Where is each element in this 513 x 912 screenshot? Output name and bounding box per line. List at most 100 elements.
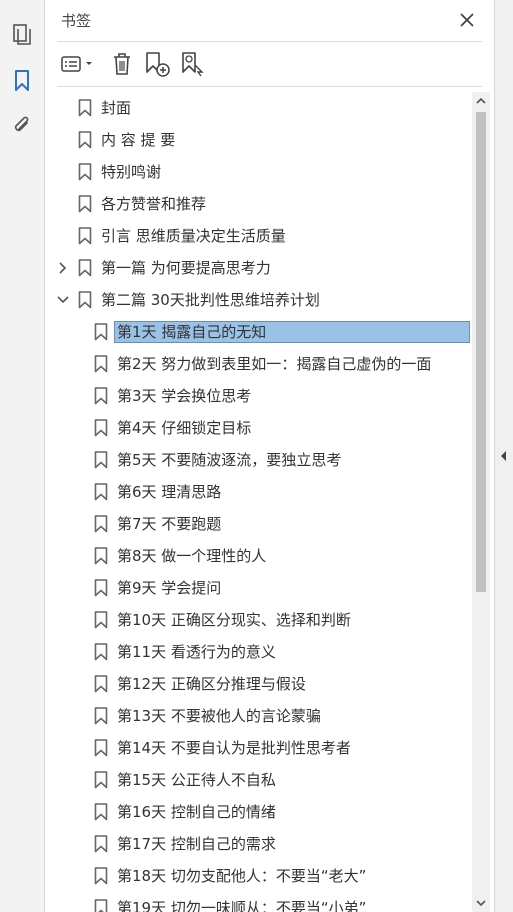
bookmark-icon bbox=[94, 771, 108, 789]
bookmark-icon bbox=[94, 707, 108, 725]
divider bbox=[57, 41, 482, 42]
bookmark-icon bbox=[94, 835, 108, 853]
bookmark-label: 第2天 努力做到表里如一：揭露自己虚伪的一面 bbox=[117, 355, 432, 373]
delete-icon[interactable] bbox=[109, 48, 135, 80]
bookmark-icon bbox=[78, 99, 92, 117]
bookmark-item[interactable]: 第一篇 为何要提高思考力 bbox=[45, 252, 475, 284]
add-bookmark-icon[interactable] bbox=[143, 48, 171, 80]
close-icon[interactable] bbox=[455, 8, 479, 32]
bookmark-label: 第7天 不要跑题 bbox=[117, 515, 222, 533]
bookmark-item[interactable]: 各方赞誉和推荐 bbox=[45, 188, 475, 220]
bookmark-icon bbox=[78, 195, 92, 213]
divider bbox=[57, 86, 482, 87]
bookmark-icon bbox=[78, 163, 92, 181]
right-panel-strip bbox=[494, 0, 513, 912]
scroll-up-arrow-icon[interactable] bbox=[472, 92, 490, 110]
bookmark-toolbar bbox=[57, 48, 482, 80]
bookmark-icon bbox=[94, 899, 108, 912]
bookmark-icon bbox=[94, 355, 108, 373]
bookmark-item[interactable]: 第10天 正确区分现实、选择和判断 bbox=[45, 604, 475, 636]
bookmark-item[interactable]: 第11天 看透行为的意义 bbox=[45, 636, 475, 668]
bookmark-label: 第9天 学会提问 bbox=[117, 579, 222, 597]
bookmark-item[interactable]: 第9天 学会提问 bbox=[45, 572, 475, 604]
bookmark-item[interactable]: 第17天 控制自己的需求 bbox=[45, 828, 475, 860]
bookmarks-panel: 书签 封面内 容 提 要特别鸣谢各方赞誉和推荐引言 思维质量决定生活质量 第一篇 … bbox=[45, 0, 494, 912]
bookmark-item[interactable]: 第3天 学会换位思考 bbox=[45, 380, 475, 412]
bookmark-item[interactable]: 第8天 做一个理性的人 bbox=[45, 540, 475, 572]
bookmark-icon bbox=[94, 739, 108, 757]
bookmark-item[interactable]: 第12天 正确区分推理与假设 bbox=[45, 668, 475, 700]
bookmark-icon bbox=[94, 611, 108, 629]
bookmark-label: 第13天 不要被他人的言论蒙骗 bbox=[117, 707, 321, 725]
bookmark-icon bbox=[94, 867, 108, 885]
bookmark-label: 第16天 控制自己的情绪 bbox=[117, 803, 276, 821]
bookmark-icon bbox=[94, 323, 108, 341]
bookmark-item[interactable]: 第16天 控制自己的情绪 bbox=[45, 796, 475, 828]
bookmark-icon bbox=[78, 259, 92, 277]
bookmark-item[interactable]: 第1天 揭露自己的无知 bbox=[45, 316, 475, 348]
bookmark-item[interactable]: 第14天 不要自认为是批判性思考者 bbox=[45, 732, 475, 764]
bookmark-item[interactable]: 第15天 公正待人不自私 bbox=[45, 764, 475, 796]
bookmark-label: 第4天 仔细锁定目标 bbox=[117, 419, 252, 437]
bookmark-label: 第18天 切勿支配他人：不要当“老大” bbox=[117, 867, 367, 885]
bookmark-item[interactable]: 第二篇 30天批判性思维培养计划 bbox=[45, 284, 475, 316]
bookmark-item[interactable]: 第2天 努力做到表里如一：揭露自己虚伪的一面 bbox=[45, 348, 475, 380]
scrollbar-thumb[interactable] bbox=[476, 112, 486, 592]
bookmark-icon bbox=[94, 675, 108, 693]
bookmark-icon bbox=[94, 515, 108, 533]
bookmark-label: 第3天 学会换位思考 bbox=[117, 387, 252, 405]
bookmark-label: 引言 思维质量决定生活质量 bbox=[101, 227, 286, 245]
bookmark-item[interactable]: 第18天 切勿支配他人：不要当“老大” bbox=[45, 860, 475, 892]
left-icon-rail bbox=[0, 0, 45, 912]
bookmark-item[interactable]: 封面 bbox=[45, 92, 475, 124]
bookmark-item[interactable]: 第6天 理清思路 bbox=[45, 476, 475, 508]
bookmark-icon bbox=[94, 483, 108, 501]
chevron-down-icon[interactable] bbox=[55, 292, 71, 308]
bookmark-label: 第8天 做一个理性的人 bbox=[117, 547, 267, 565]
expand-panel-arrow-icon[interactable] bbox=[499, 449, 509, 463]
bookmark-label: 第10天 正确区分现实、选择和判断 bbox=[117, 611, 351, 629]
bookmark-icon bbox=[94, 579, 108, 597]
bookmark-label: 第二篇 30天批判性思维培养计划 bbox=[101, 291, 320, 309]
bookmark-icon[interactable] bbox=[8, 67, 36, 95]
bookmark-label: 第17天 控制自己的需求 bbox=[117, 835, 276, 853]
chevron-right-icon[interactable] bbox=[55, 260, 71, 276]
options-menu-button[interactable] bbox=[59, 48, 97, 80]
bookmark-item[interactable]: 第5天 不要随波逐流，要独立思考 bbox=[45, 444, 475, 476]
bookmark-label: 内 容 提 要 bbox=[101, 131, 176, 149]
bookmark-label: 第一篇 为何要提高思考力 bbox=[101, 259, 271, 277]
bookmark-label: 第11天 看透行为的意义 bbox=[117, 643, 276, 661]
bookmark-item[interactable]: 第7天 不要跑题 bbox=[45, 508, 475, 540]
bookmark-item[interactable]: 第19天 切勿一味顺从：不要当“小弟” bbox=[45, 892, 475, 912]
vertical-scrollbar[interactable] bbox=[472, 92, 490, 912]
scroll-down-arrow-icon[interactable] bbox=[472, 894, 490, 912]
bookmark-label: 第6天 理清思路 bbox=[117, 483, 222, 501]
find-bookmark-icon[interactable] bbox=[179, 48, 207, 80]
bookmark-item[interactable]: 第4天 仔细锁定目标 bbox=[45, 412, 475, 444]
bookmark-icon bbox=[78, 227, 92, 245]
bookmark-tree: 封面内 容 提 要特别鸣谢各方赞誉和推荐引言 思维质量决定生活质量 第一篇 为何要… bbox=[45, 92, 475, 912]
bookmark-item[interactable]: 引言 思维质量决定生活质量 bbox=[45, 220, 475, 252]
bookmark-item[interactable]: 特别鸣谢 bbox=[45, 156, 475, 188]
bookmark-label: 特别鸣谢 bbox=[101, 163, 162, 181]
bookmark-label: 第14天 不要自认为是批判性思考者 bbox=[117, 739, 351, 757]
bookmark-label: 各方赞誉和推荐 bbox=[101, 195, 207, 213]
pages-icon[interactable] bbox=[8, 20, 36, 48]
bookmark-item[interactable]: 内 容 提 要 bbox=[45, 124, 475, 156]
bookmark-label: 第15天 公正待人不自私 bbox=[117, 771, 276, 789]
attachment-icon[interactable] bbox=[8, 112, 36, 140]
bookmark-icon bbox=[94, 643, 108, 661]
bookmark-icon bbox=[94, 547, 108, 565]
bookmark-label: 第12天 正确区分推理与假设 bbox=[117, 675, 306, 693]
bookmark-item[interactable]: 第13天 不要被他人的言论蒙骗 bbox=[45, 700, 475, 732]
panel-title: 书签 bbox=[61, 12, 92, 30]
bookmark-icon bbox=[94, 803, 108, 821]
bookmark-icon bbox=[94, 387, 108, 405]
bookmark-icon bbox=[78, 131, 92, 149]
bookmark-label: 封面 bbox=[101, 99, 132, 117]
bookmark-label: 第1天 揭露自己的无知 bbox=[114, 321, 470, 343]
bookmark-label: 第19天 切勿一味顺从：不要当“小弟” bbox=[117, 899, 367, 912]
bookmark-icon bbox=[78, 291, 92, 309]
bookmark-label: 第5天 不要随波逐流，要独立思考 bbox=[117, 451, 342, 469]
bookmark-icon bbox=[94, 419, 108, 437]
